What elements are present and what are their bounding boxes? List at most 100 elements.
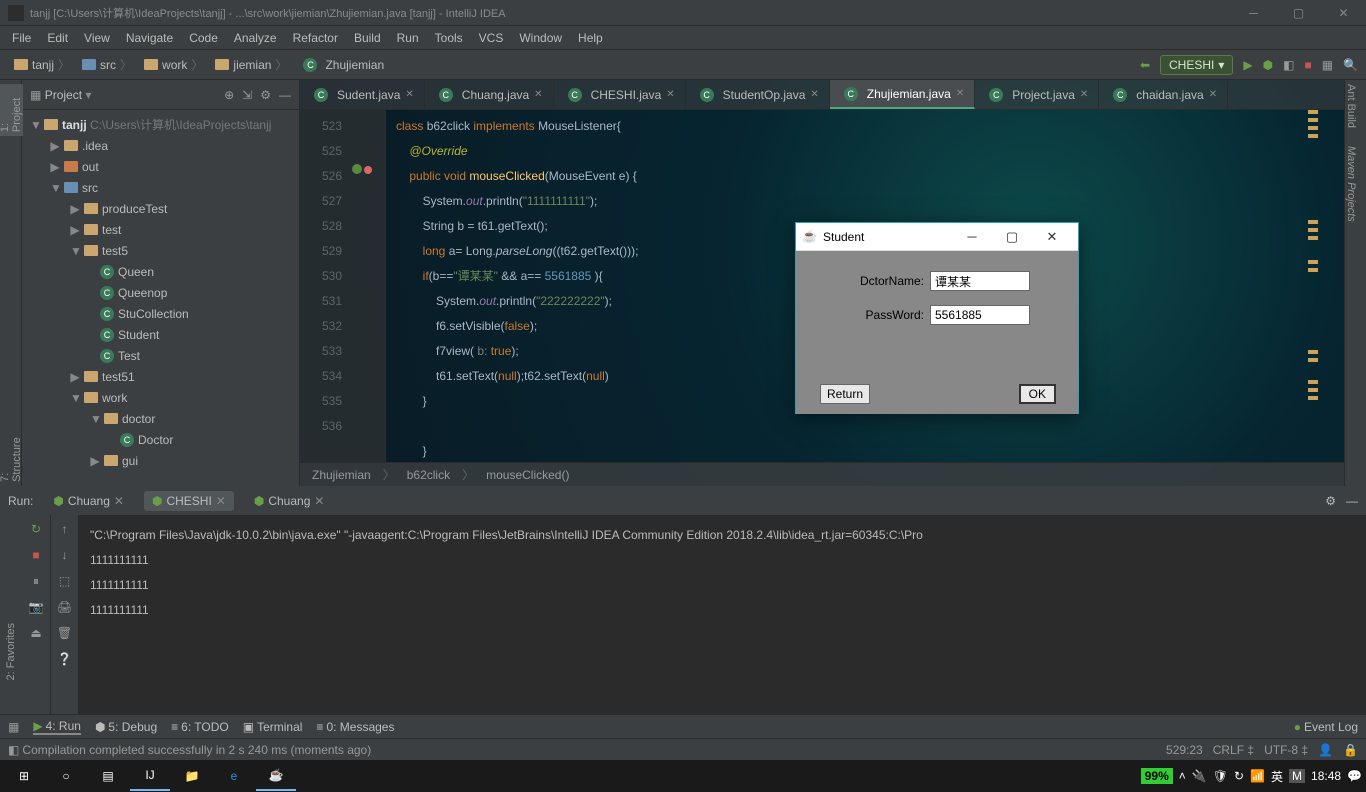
edge-icon[interactable]: e xyxy=(214,761,254,791)
build-icon[interactable]: ⬅ xyxy=(1140,58,1150,72)
project-tree[interactable]: ▼tanjj C:\Users\计算机\IdeaProjects\tanjj ▶… xyxy=(22,110,299,486)
gear-icon[interactable]: ⚙ xyxy=(1325,494,1336,508)
start-button[interactable]: ⊞ xyxy=(4,761,44,791)
crumb-inner[interactable]: b62click xyxy=(407,468,450,482)
menu-tools[interactable]: Tools xyxy=(427,31,471,45)
breadcrumb-src[interactable]: src〉 xyxy=(76,56,138,73)
tab-chuang[interactable]: CChuang.java✕ xyxy=(425,80,554,109)
close-icon[interactable]: ✕ xyxy=(956,88,964,99)
cortana-icon[interactable]: ○ xyxy=(46,761,86,791)
override-indicator-icon[interactable] xyxy=(352,164,362,174)
wifi-icon[interactable]: 📶 xyxy=(1250,769,1265,783)
menu-vcs[interactable]: VCS xyxy=(471,31,512,45)
menu-file[interactable]: File xyxy=(4,31,39,45)
breadcrumb-file[interactable]: CZhujiemian xyxy=(293,58,390,72)
inspector-icon[interactable]: 👤 xyxy=(1318,743,1333,757)
trash-icon[interactable]: 🗑 xyxy=(57,625,73,641)
change-indicator-icon[interactable] xyxy=(364,166,372,174)
tab-ant-build[interactable]: Ant Build xyxy=(1345,80,1357,132)
dialog-maximize-button[interactable]: ▢ xyxy=(992,229,1032,245)
return-button[interactable]: Return xyxy=(820,384,870,404)
debug-icon[interactable]: ⬢ xyxy=(1263,58,1273,72)
search-icon[interactable]: 🔍 xyxy=(1343,58,1358,72)
breadcrumb-work[interactable]: work〉 xyxy=(138,56,209,73)
pause-icon[interactable]: ⏸ xyxy=(28,573,44,589)
coverage-icon[interactable]: ◧ xyxy=(1283,58,1294,72)
close-icon[interactable]: ✕ xyxy=(666,89,674,100)
tab-structure[interactable]: 7: Structure xyxy=(0,424,23,486)
menu-edit[interactable]: Edit xyxy=(39,31,76,45)
minimize-button[interactable]: ─ xyxy=(1231,0,1276,26)
tab-sudent[interactable]: CSudent.java✕ xyxy=(300,80,425,109)
hide-icon[interactable]: — xyxy=(279,88,291,102)
tab-project[interactable]: CProject.java✕ xyxy=(975,80,1099,109)
clock[interactable]: 18:48 xyxy=(1311,769,1341,783)
tab-todo[interactable]: ≡6: TODO xyxy=(171,720,229,734)
tab-project[interactable]: 1: Project xyxy=(0,84,23,136)
sync-icon[interactable]: ↻ xyxy=(1234,769,1244,783)
encoding[interactable]: UTF-8 ‡ xyxy=(1264,743,1308,757)
explorer-icon[interactable]: 📁 xyxy=(172,761,212,791)
tab-eventlog[interactable]: ●Event Log xyxy=(1294,720,1358,734)
java-app-icon[interactable]: ☕ xyxy=(256,761,296,791)
stop-icon[interactable]: ■ xyxy=(28,547,44,563)
camera-icon[interactable]: 📷 xyxy=(28,599,44,615)
rerun-icon[interactable]: ↻ xyxy=(28,521,44,537)
ime-indicator[interactable]: 英 xyxy=(1271,768,1283,785)
taskview-icon[interactable]: ▤ xyxy=(88,761,128,791)
tab-maven[interactable]: Maven Projects xyxy=(1345,142,1357,226)
tab-run[interactable]: ▶4: Run xyxy=(33,719,81,735)
menu-refactor[interactable]: Refactor xyxy=(285,31,346,45)
breadcrumb-tanjj[interactable]: tanjj〉 xyxy=(8,56,76,73)
run-config-selector[interactable]: CHESHI ▾ xyxy=(1160,55,1233,75)
close-icon[interactable]: ✕ xyxy=(1080,89,1088,100)
maximize-button[interactable]: ▢ xyxy=(1276,0,1321,26)
up-icon[interactable]: ↑ xyxy=(57,521,73,537)
status-icon[interactable]: ◧ xyxy=(8,743,19,757)
line-separator[interactable]: CRLF ‡ xyxy=(1213,743,1254,757)
collapse-icon[interactable]: ⇲ xyxy=(242,88,252,102)
tab-zhujiemian[interactable]: CZhujiemian.java✕ xyxy=(830,80,975,109)
tab-studentop[interactable]: CStudentOp.java✕ xyxy=(686,80,830,109)
power-icon[interactable]: 🔌 xyxy=(1192,769,1207,783)
crumb-class[interactable]: Zhujiemian xyxy=(312,468,371,482)
menu-navigate[interactable]: Navigate xyxy=(118,31,181,45)
notifications-icon[interactable]: 💬 xyxy=(1347,769,1362,783)
password-field[interactable] xyxy=(930,305,1030,325)
tab-cheshi[interactable]: CCHESHI.java✕ xyxy=(554,80,686,109)
run-tab-cheshi[interactable]: ⬢CHESHI✕ xyxy=(144,491,234,511)
settings-icon[interactable]: ⚙ xyxy=(260,88,271,102)
wrap-icon[interactable]: ⬚ xyxy=(57,573,73,589)
run-icon[interactable]: ▶ xyxy=(1243,58,1252,72)
minimize-panel-icon[interactable]: — xyxy=(1346,494,1358,508)
dialog-minimize-button[interactable]: ─ xyxy=(952,229,992,244)
tab-debug[interactable]: ⬢5: Debug xyxy=(95,720,157,734)
close-button[interactable]: ✕ xyxy=(1321,0,1366,26)
menu-view[interactable]: View xyxy=(76,31,118,45)
ime-m-indicator[interactable]: M xyxy=(1289,769,1305,783)
tab-messages[interactable]: ≡0: Messages xyxy=(316,720,394,734)
breadcrumb-jiemian[interactable]: jiemian〉 xyxy=(209,56,293,73)
stop-icon[interactable]: ■ xyxy=(1304,58,1311,72)
exit-icon[interactable]: ⏏ xyxy=(28,625,44,641)
menu-analyze[interactable]: Analyze xyxy=(226,31,285,45)
lock-icon[interactable]: 🔒 xyxy=(1343,743,1358,757)
menu-code[interactable]: Code xyxy=(181,31,226,45)
doctor-name-field[interactable] xyxy=(930,271,1030,291)
close-icon[interactable]: ✕ xyxy=(534,89,542,100)
intellij-taskbar-icon[interactable]: IJ xyxy=(130,761,170,791)
ok-button[interactable]: OK xyxy=(1019,384,1056,404)
caret-position[interactable]: 529:23 xyxy=(1166,743,1203,757)
shield-icon[interactable]: 🛡 xyxy=(1213,769,1228,783)
tab-chaidan[interactable]: Cchaidan.java✕ xyxy=(1099,80,1228,109)
print-icon[interactable]: 🖨 xyxy=(57,599,73,615)
close-icon[interactable]: ✕ xyxy=(405,89,413,100)
battery-indicator[interactable]: 99% xyxy=(1141,768,1173,784)
tab-favorites[interactable]: 2: Favorites xyxy=(5,619,17,684)
menu-window[interactable]: Window xyxy=(511,31,570,45)
tab-terminal[interactable]: ▣Terminal xyxy=(243,720,303,734)
console-output[interactable]: "C:\Program Files\Java\jdk-10.0.2\bin\ja… xyxy=(78,515,1366,714)
close-icon[interactable]: ✕ xyxy=(810,89,818,100)
help-icon[interactable]: ❔ xyxy=(57,651,73,667)
layout-icon[interactable]: ▦ xyxy=(1322,58,1333,72)
